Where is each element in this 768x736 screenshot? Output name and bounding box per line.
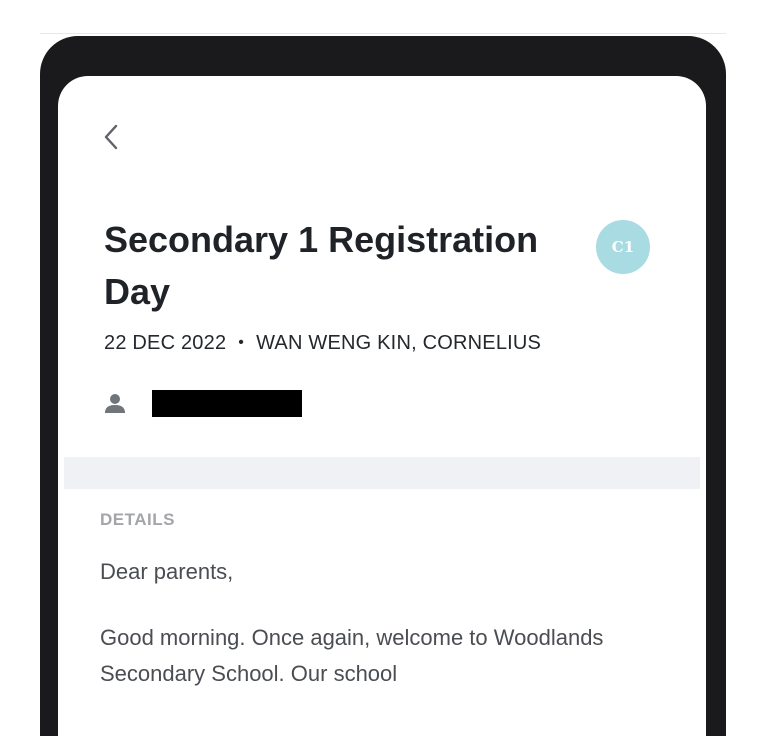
- event-detail-screen: Secondary 1 Registration Day C1 22 DEC 2…: [58, 76, 706, 736]
- page-title: Secondary 1 Registration Day: [104, 219, 539, 312]
- chevron-left-icon: [104, 124, 118, 150]
- event-meta: 22 DEC 2022 • WAN WENG KIN, CORNELIUS: [104, 330, 541, 356]
- section-divider: [64, 457, 700, 489]
- details-body: Dear parents, Good morning. Once again, …: [100, 554, 620, 722]
- avatar: C1: [596, 220, 650, 274]
- event-author: WAN WENG KIN, CORNELIUS: [256, 331, 542, 354]
- details-heading: DETAILS: [100, 510, 175, 529]
- details-paragraph: Dear parents,: [100, 559, 234, 584]
- redacted-name: [152, 389, 302, 417]
- student-row: [102, 388, 302, 418]
- person-icon: [102, 390, 128, 416]
- back-button[interactable]: [96, 120, 126, 154]
- meta-separator: •: [238, 334, 245, 351]
- top-divider: [40, 33, 726, 34]
- event-date: 22 DEC 2022: [104, 331, 227, 354]
- details-paragraph: Good morning. Once again, welcome to Woo…: [100, 625, 604, 686]
